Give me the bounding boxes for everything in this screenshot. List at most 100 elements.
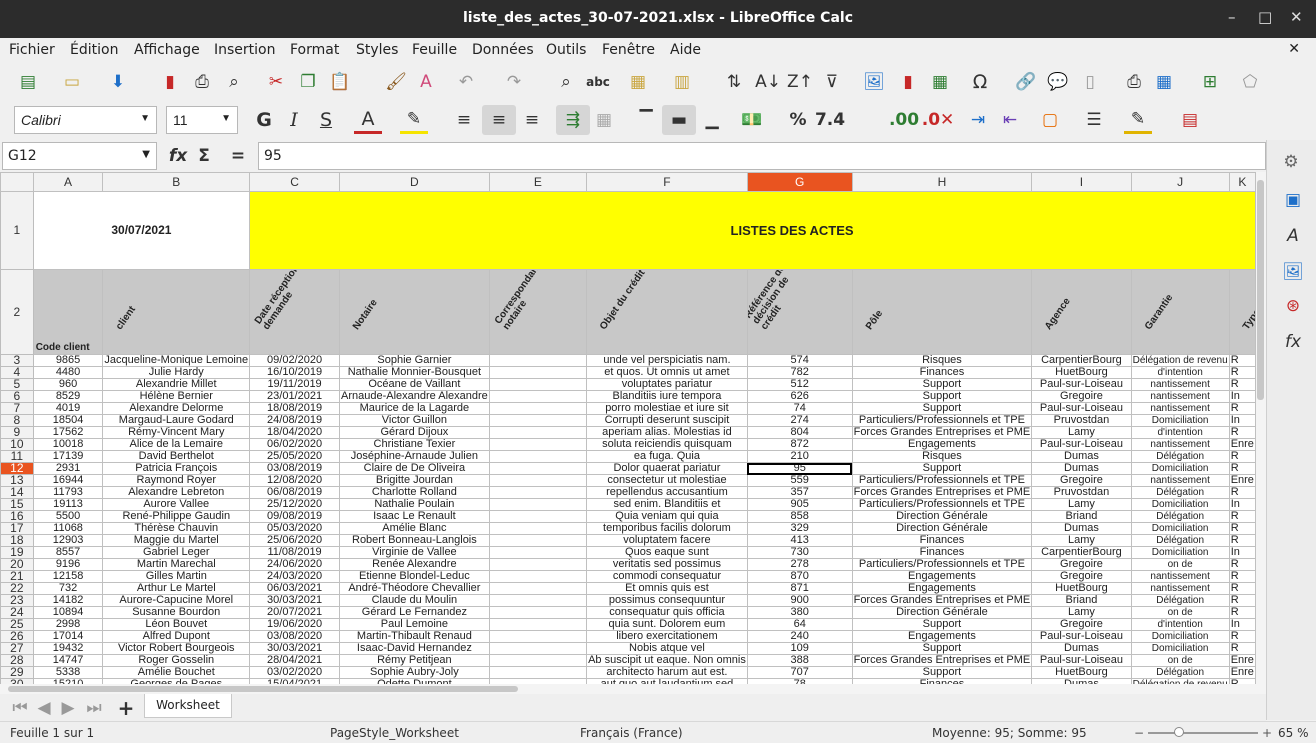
cell[interactable]: R: [1228, 558, 1256, 571]
cell[interactable]: Roger Gosselin: [102, 654, 251, 667]
align-right-icon[interactable]: ≡: [518, 106, 546, 134]
cell[interactable]: commodi consequatur: [586, 570, 748, 583]
cell[interactable]: repellendus accusantium: [586, 486, 748, 499]
cell[interactable]: HuetBourg: [1031, 366, 1132, 379]
cell[interactable]: soluta reiciendis quisquam: [586, 438, 748, 451]
print-icon[interactable]: ⎙: [188, 68, 216, 96]
cell[interactable]: R: [1228, 402, 1256, 415]
cell[interactable]: Forces Grandes Entreprises et PME: [851, 426, 1033, 439]
cell[interactable]: R: [1228, 450, 1256, 463]
cell[interactable]: Délégation: [1130, 486, 1230, 499]
cell[interactable]: HuetBourg: [1031, 582, 1132, 595]
navigator-icon[interactable]: A: [1279, 222, 1307, 250]
row-header[interactable]: 11: [0, 450, 34, 463]
number-format-icon[interactable]: 7.4: [815, 106, 845, 134]
column-header-d[interactable]: D: [339, 172, 490, 192]
cell[interactable]: Particuliers/Professionnels et TPE: [851, 474, 1033, 487]
cell[interactable]: temporibus facilis dolorum: [586, 522, 748, 535]
cell[interactable]: 20/07/2021: [249, 606, 340, 619]
spellcheck-icon[interactable]: abc: [584, 68, 612, 96]
cell[interactable]: 870: [746, 570, 853, 583]
header-client[interactable]: client: [102, 269, 251, 355]
cell[interactable]: [488, 594, 588, 607]
cell[interactable]: 06/02/2020: [249, 438, 340, 451]
cell[interactable]: Délégation: [1130, 510, 1230, 523]
cell[interactable]: 12/08/2020: [249, 474, 340, 487]
cell[interactable]: Renée Alexandre: [339, 558, 490, 571]
cell[interactable]: Gregoire: [1031, 558, 1132, 571]
italic-icon[interactable]: I: [280, 106, 308, 134]
cell[interactable]: Nobis atque vel: [586, 642, 748, 655]
cell[interactable]: 388: [746, 654, 853, 667]
zoom-in-icon[interactable]: +: [1262, 726, 1272, 740]
column-header-a[interactable]: A: [32, 172, 104, 192]
cell[interactable]: on de: [1130, 606, 1230, 619]
add-sheet-icon[interactable]: +: [112, 694, 140, 722]
align-top-icon[interactable]: ▔: [632, 106, 660, 134]
last-sheet-icon[interactable]: ⏭: [80, 694, 108, 722]
header-footer-icon[interactable]: ▯: [1076, 68, 1104, 96]
cell[interactable]: 28/04/2021: [249, 654, 340, 667]
cell[interactable]: Paul-sur-Loiseau: [1031, 438, 1132, 451]
zoom-level[interactable]: 65 %: [1278, 726, 1309, 740]
cell[interactable]: 05/03/2020: [249, 522, 340, 535]
row-header[interactable]: 4: [0, 366, 34, 379]
cell[interactable]: Pruvostdan: [1031, 414, 1132, 427]
row-header[interactable]: 5: [0, 378, 34, 391]
cell[interactable]: R: [1228, 642, 1256, 655]
cell[interactable]: R: [1228, 582, 1256, 595]
cell[interactable]: René-Philippe Gaudin: [102, 510, 251, 523]
cell[interactable]: Support: [851, 378, 1033, 391]
clear-formatting-icon[interactable]: A: [412, 68, 440, 96]
cell[interactable]: 413: [746, 534, 853, 547]
maximize-button[interactable]: □: [1258, 8, 1272, 26]
cell[interactable]: 30/03/2021: [249, 642, 340, 655]
column-header-b[interactable]: B: [102, 172, 251, 192]
hyperlink-icon[interactable]: 🔗: [1012, 68, 1040, 96]
properties-icon[interactable]: ⚙: [1277, 148, 1305, 176]
cell[interactable]: Gilles Martin: [102, 570, 251, 583]
header-date[interactable]: Date réception demande: [249, 269, 340, 355]
cell[interactable]: 06/03/2021: [249, 582, 340, 595]
cell[interactable]: on de: [1130, 558, 1230, 571]
copy-icon[interactable]: ❐: [294, 68, 322, 96]
cell[interactable]: Engagements: [851, 582, 1033, 595]
column-header-k[interactable]: K: [1228, 172, 1256, 192]
compass-icon[interactable]: ⊛: [1279, 292, 1307, 320]
menu-fichier[interactable]: Fichier: [9, 42, 55, 58]
cell[interactable]: Domiciliation: [1130, 522, 1230, 535]
cell[interactable]: Alexandre Delorme: [102, 402, 251, 415]
cell[interactable]: Domiciliation: [1130, 498, 1230, 511]
cell[interactable]: Gregoire: [1031, 390, 1132, 403]
cell[interactable]: HuetBourg: [1031, 666, 1132, 679]
autofilter-icon[interactable]: ⊽: [818, 68, 846, 96]
cell[interactable]: porro molestiae et iure sit: [586, 402, 748, 415]
formula-input[interactable]: 95: [258, 142, 1266, 170]
row-header[interactable]: 10: [0, 438, 34, 451]
redo-icon[interactable]: ↷: [500, 68, 528, 96]
percent-format-icon[interactable]: %: [784, 106, 812, 134]
cell[interactable]: 17139: [32, 450, 104, 463]
cell[interactable]: Gregoire: [1031, 474, 1132, 487]
bold-icon[interactable]: G: [250, 106, 278, 134]
cell[interactable]: aperiam alias. Molestias id: [586, 426, 748, 439]
cell[interactable]: 732: [32, 582, 104, 595]
row-header[interactable]: 21: [0, 570, 34, 583]
row-header[interactable]: 22: [0, 582, 34, 595]
cell[interactable]: 871: [746, 582, 853, 595]
cell[interactable]: 14182: [32, 594, 104, 607]
cell[interactable]: Océane de Vaillant: [339, 378, 490, 391]
export-pdf-icon[interactable]: ▮: [156, 68, 184, 96]
cell[interactable]: 707: [746, 666, 853, 679]
row-header[interactable]: 13: [0, 474, 34, 487]
header-correspondant[interactable]: Correspondant notaire: [488, 269, 588, 355]
cell[interactable]: Maurice de la Lagarde: [339, 402, 490, 415]
font-size-box[interactable]: 11 ▼: [166, 106, 238, 134]
cell[interactable]: ea fuga. Quia: [586, 450, 748, 463]
save-icon[interactable]: ⬇: [104, 68, 132, 96]
cell[interactable]: libero exercitationem: [586, 630, 748, 643]
cell[interactable]: Martin Marechal: [102, 558, 251, 571]
cell[interactable]: Thérèse Chauvin: [102, 522, 251, 535]
font-name-box[interactable]: Calibri ▼: [14, 106, 157, 134]
cell[interactable]: Gregoire: [1031, 570, 1132, 583]
